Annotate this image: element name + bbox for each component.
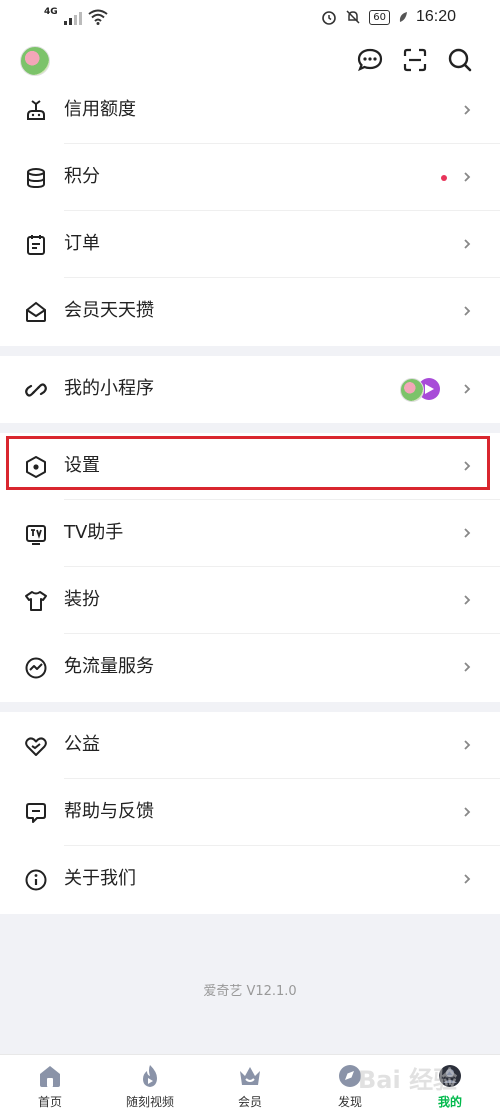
tab-label: 发现 bbox=[337, 1095, 362, 1109]
menu-label: 订单 bbox=[64, 233, 100, 254]
menu-item-orders[interactable]: 订单 bbox=[0, 211, 500, 278]
status-left: 4G bbox=[44, 7, 108, 25]
menu-item-charity[interactable]: 公益 bbox=[0, 712, 500, 779]
member-daily-icon bbox=[26, 301, 46, 322]
mute-icon bbox=[346, 10, 360, 24]
menu-group-support: 公益 帮助与反馈 关于我们 bbox=[0, 712, 500, 914]
clock: 16:20 bbox=[415, 8, 456, 25]
chevron-right-icon bbox=[464, 172, 471, 182]
chevron-right-icon bbox=[464, 740, 471, 750]
menu-item-free-traffic[interactable]: 免流量服务 bbox=[0, 634, 500, 701]
tab-home[interactable]: 首页 bbox=[0, 1055, 100, 1112]
chevron-right-icon bbox=[464, 874, 471, 884]
wifi-icon bbox=[88, 9, 108, 25]
menu-item-about[interactable]: 关于我们 bbox=[0, 846, 500, 913]
chevron-right-icon bbox=[464, 807, 471, 817]
chevron-right-icon bbox=[464, 384, 471, 394]
order-icon bbox=[27, 235, 45, 255]
tab-label: 首页 bbox=[37, 1095, 62, 1109]
free-traffic-icon bbox=[25, 657, 47, 679]
version-text: 爱奇艺 V12.1.0 bbox=[203, 984, 297, 999]
tab-short-video[interactable]: 随刻视频 bbox=[100, 1055, 200, 1112]
points-icon bbox=[27, 168, 45, 189]
menu-label: 积分 bbox=[64, 166, 100, 187]
menu-label: 装扮 bbox=[64, 589, 100, 610]
search-icon[interactable] bbox=[446, 46, 474, 74]
home-icon bbox=[40, 1066, 60, 1087]
menu-item-member-daily[interactable]: 会员天天攒 bbox=[0, 278, 500, 345]
credit-limit-icon bbox=[27, 100, 45, 120]
status-right: 60 16:20 bbox=[321, 8, 456, 26]
menu-group-mini-programs: 我的小程序 bbox=[0, 356, 500, 423]
tab-label: 随刻视频 bbox=[125, 1095, 174, 1109]
menu-item-tv-assistant[interactable]: TV助手 bbox=[0, 500, 500, 567]
menu-label: 免流量服务 bbox=[64, 656, 154, 677]
status-bar: 4G 60 16:20 bbox=[0, 0, 500, 36]
leaf-icon bbox=[399, 12, 407, 22]
crown-icon bbox=[240, 1067, 260, 1085]
alarm-icon bbox=[322, 11, 337, 25]
message-icon[interactable] bbox=[356, 46, 384, 74]
help-feedback-icon bbox=[26, 803, 46, 823]
avatar[interactable] bbox=[20, 46, 50, 76]
menu-item-mini-programs[interactable]: 我的小程序 bbox=[0, 356, 500, 423]
mini-program-avatar bbox=[400, 378, 424, 402]
menu-label: 帮助与反馈 bbox=[64, 801, 154, 822]
charity-icon bbox=[25, 737, 47, 756]
tab-member[interactable]: 会员 bbox=[200, 1055, 300, 1112]
mini-program-icon bbox=[25, 383, 47, 397]
battery-indicator: 60 bbox=[369, 9, 390, 25]
chevron-right-icon bbox=[464, 528, 471, 538]
menu-label: 会员天天攒 bbox=[64, 300, 154, 321]
scan-icon[interactable] bbox=[401, 46, 429, 74]
menu-group-account: 信用额度 积分 订单 会员天天攒 bbox=[0, 77, 500, 346]
menu-item-points[interactable]: 积分 bbox=[0, 144, 500, 211]
tv-assistant-icon bbox=[26, 525, 46, 545]
network-type: 4G bbox=[44, 7, 58, 17]
notification-dot bbox=[441, 175, 447, 181]
about-icon bbox=[25, 869, 47, 891]
flame-icon bbox=[143, 1065, 157, 1087]
chevron-right-icon bbox=[464, 662, 471, 672]
signal-icon bbox=[63, 11, 82, 25]
menu-item-dress-up[interactable]: 装扮 bbox=[0, 567, 500, 634]
chevron-right-icon bbox=[464, 306, 471, 316]
menu-item-credit-limit[interactable]: 信用额度 bbox=[0, 77, 500, 144]
highlight-box bbox=[6, 436, 490, 490]
menu-item-help-feedback[interactable]: 帮助与反馈 bbox=[0, 779, 500, 846]
menu-label: 信用额度 bbox=[64, 99, 136, 120]
watermark: Bai 经验 bbox=[358, 1066, 458, 1094]
dress-up-icon bbox=[25, 591, 47, 611]
menu-label: TV助手 bbox=[64, 522, 124, 543]
tab-label: 会员 bbox=[237, 1095, 262, 1109]
tab-label: 我的 bbox=[437, 1095, 462, 1109]
chevron-right-icon bbox=[464, 105, 471, 115]
menu-label: 我的小程序 bbox=[64, 378, 154, 399]
menu-label: 公益 bbox=[64, 734, 100, 755]
menu-label: 关于我们 bbox=[64, 868, 136, 889]
chevron-right-icon bbox=[464, 595, 471, 605]
chevron-right-icon bbox=[464, 239, 471, 249]
